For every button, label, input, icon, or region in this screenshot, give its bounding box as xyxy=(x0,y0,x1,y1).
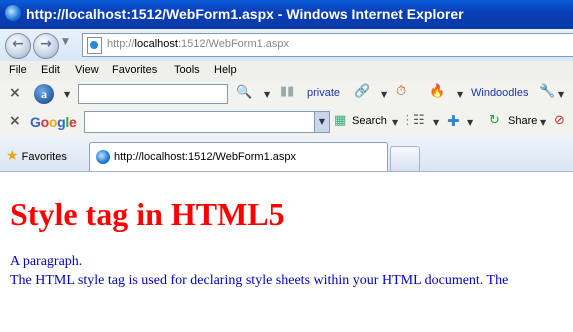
flame-icon[interactable]: 🔥 xyxy=(429,84,445,99)
page-icon xyxy=(87,37,102,54)
back-arrow-icon: ← xyxy=(12,36,24,52)
search-dropdown-icon[interactable]: ▼ xyxy=(264,90,270,99)
timer-icon[interactable]: ⏱ xyxy=(396,84,406,99)
favorites-label: Favorites xyxy=(21,151,67,163)
tab-title: http://localhost:1512/WebForm1.aspx xyxy=(114,151,297,163)
close-google-toolbar-icon[interactable]: × xyxy=(9,113,21,129)
forward-button[interactable]: → xyxy=(33,33,59,59)
plus-icon[interactable]: ✚ xyxy=(447,112,460,130)
ask-dropdown-icon[interactable]: ▼ xyxy=(64,90,70,99)
private-link[interactable]: private xyxy=(307,87,340,99)
favorites-star-icon: ★ xyxy=(6,147,19,163)
google-search-input[interactable]: ▼ xyxy=(84,111,330,133)
magnifier-icon[interactable]: 🔍 xyxy=(236,85,252,100)
plus-dropdown-icon[interactable]: ▼ xyxy=(467,118,473,127)
google-logo: Google xyxy=(30,114,77,130)
address-url: http://localhost:1512/WebForm1.aspx xyxy=(107,38,290,50)
ask-logo-icon[interactable]: a xyxy=(34,84,54,104)
menu-tools[interactable]: Tools xyxy=(174,64,200,76)
paragraph-2: The HTML style tag is used for declaring… xyxy=(10,273,509,288)
forward-arrow-icon: → xyxy=(40,36,52,52)
tab-bar: ★ Favorites http://localhost:1512/WebFor… xyxy=(0,137,573,172)
tab-active[interactable]: http://localhost:1512/WebForm1.aspx xyxy=(89,142,388,171)
address-row: ← → ▼ http://localhost:1512/WebForm1.asp… xyxy=(0,29,573,61)
address-field[interactable]: http://localhost:1512/WebForm1.aspx xyxy=(82,33,573,57)
menu-file[interactable]: File xyxy=(9,64,27,76)
menu-bar: File Edit View Favorites Tools Help xyxy=(0,61,573,82)
ask-toolbar: × a ▼ 🔍 ▼ ▮▮ private 🔗 ▼ ⏱ 🔥 ▼ Windoodle… xyxy=(0,81,573,108)
recent-pages-dropdown-icon[interactable]: ▼ xyxy=(62,37,69,47)
close-toolbar-icon[interactable]: × xyxy=(9,85,21,101)
page-heading: Style tag in HTML5 xyxy=(10,196,285,232)
back-button[interactable]: ← xyxy=(5,33,31,59)
share-icon[interactable]: ↻ xyxy=(489,113,500,128)
link-chain-icon[interactable]: 🔗 xyxy=(354,84,370,99)
google-search-button[interactable]: Search xyxy=(352,115,387,127)
share-button[interactable]: Share xyxy=(508,115,537,127)
page-content: Style tag in HTML5 A paragraph. The HTML… xyxy=(0,172,573,332)
link-dropdown-icon[interactable]: ▼ xyxy=(381,90,387,99)
blocked-popup-icon[interactable]: ⊘ xyxy=(554,113,565,128)
menu-favorites[interactable]: Favorites xyxy=(112,64,157,76)
google-toolbar: × Google ▼ ▦ Search ▼ ⋮ ☷ ▼ ✚ ▼ ↻ Share … xyxy=(0,107,573,138)
page-menu-dropdown-icon[interactable]: ▼ xyxy=(433,118,439,127)
favorites-button[interactable]: ★ Favorites xyxy=(6,147,67,164)
tools-dropdown-icon[interactable]: ▼ xyxy=(558,90,564,99)
window-title: http://localhost:1512/WebForm1.aspx - Wi… xyxy=(26,6,464,22)
bar-chart-icon[interactable]: ▮▮ xyxy=(280,84,294,99)
ask-search-input[interactable] xyxy=(78,84,228,104)
google-search-dropdown-icon[interactable]: ▼ xyxy=(314,112,329,132)
menu-edit[interactable]: Edit xyxy=(41,64,60,76)
new-tab-button[interactable] xyxy=(390,146,420,171)
google-search-icon[interactable]: ▦ xyxy=(334,113,346,128)
windoodles-link[interactable]: Windoodles xyxy=(471,87,528,99)
ie-logo-icon xyxy=(5,5,21,21)
menu-help[interactable]: Help xyxy=(214,64,237,76)
tab-ie-icon xyxy=(96,150,110,164)
google-search-button-dropdown-icon[interactable]: ▼ xyxy=(392,118,398,127)
menu-view[interactable]: View xyxy=(75,64,99,76)
page-menu-icon[interactable]: ☷ xyxy=(413,113,425,128)
tools-icon[interactable]: 🔧 xyxy=(539,84,555,99)
share-dropdown-icon[interactable]: ▼ xyxy=(540,118,546,127)
flame-dropdown-icon[interactable]: ▼ xyxy=(457,90,463,99)
window-titlebar[interactable]: http://localhost:1512/WebForm1.aspx - Wi… xyxy=(0,0,573,29)
paragraph-1: A paragraph. xyxy=(10,254,83,269)
